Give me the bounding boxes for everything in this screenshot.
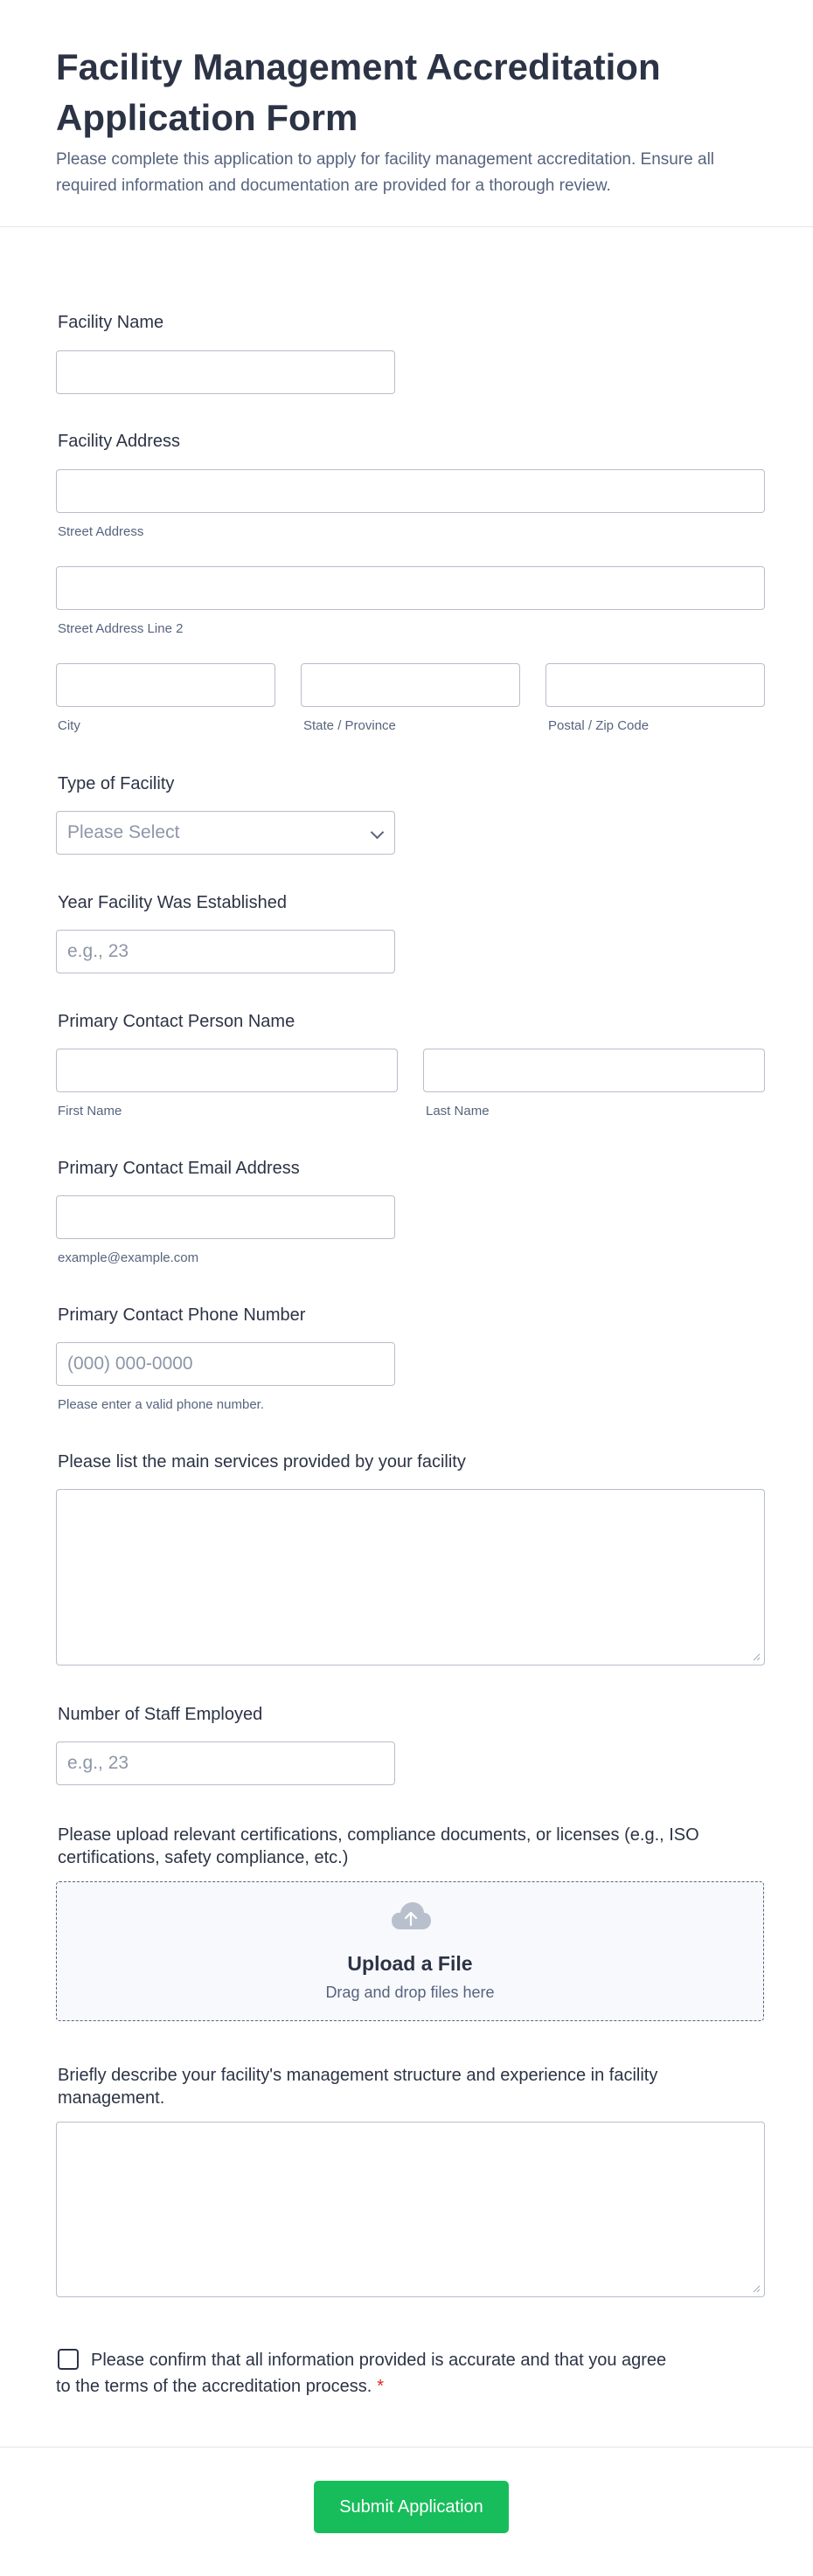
contact-name-label: Primary Contact Person Name [58, 1012, 295, 1031]
services-textarea[interactable] [56, 1489, 765, 1665]
contact-email-sublabel: example@example.com [58, 1250, 199, 1265]
contact-phone-sublabel: Please enter a valid phone number. [58, 1397, 264, 1412]
upload-title: Upload a File [347, 1952, 473, 1975]
confirm-label[interactable]: Please confirm that all information prov… [56, 2347, 685, 2399]
street-address-line2-input[interactable] [56, 566, 765, 610]
first-name-input[interactable] [56, 1049, 398, 1092]
form-page: Facility Management Accreditation Applic… [0, 0, 813, 2576]
management-structure-label: Briefly describe your facility's managem… [58, 2066, 658, 2108]
form-header: Facility Management Accreditation Applic… [0, 0, 813, 227]
facility-name-input[interactable] [56, 350, 395, 394]
documents-upload-label: Please upload relevant certifications, c… [58, 1825, 699, 1867]
postal-code-input[interactable] [545, 663, 765, 707]
street-address-sublabel: Street Address [58, 524, 144, 539]
facility-address-label: Facility Address [58, 432, 181, 451]
last-name-input[interactable] [423, 1049, 765, 1092]
state-province-sublabel: State / Province [303, 718, 396, 733]
first-name-sublabel: First Name [58, 1104, 122, 1118]
contact-phone-input[interactable]: (000) 000-0000 [56, 1342, 395, 1386]
facility-type-label: Type of Facility [58, 774, 175, 793]
street-address-line2-sublabel: Street Address Line 2 [58, 621, 184, 636]
submit-button[interactable]: Submit Application [314, 2481, 509, 2533]
cloud-upload-icon [392, 1902, 431, 1929]
year-established-label: Year Facility Was Established [58, 893, 287, 912]
file-upload-dropzone[interactable]: Upload a File Drag and drop files here [56, 1881, 764, 2021]
last-name-sublabel: Last Name [426, 1104, 490, 1118]
confirm-text: Please confirm that all information prov… [56, 2351, 667, 2396]
chevron-down-icon [370, 825, 385, 840]
staff-count-label: Number of Staff Employed [58, 1705, 263, 1724]
postal-code-sublabel: Postal / Zip Code [548, 718, 650, 733]
contact-phone-label: Primary Contact Phone Number [58, 1305, 306, 1325]
upload-subtitle: Drag and drop files here [325, 1984, 495, 2001]
services-label: Please list the main services provided b… [58, 1452, 466, 1472]
facility-type-selected: Please Select [67, 822, 180, 842]
staff-count-input[interactable]: e.g., 23 [56, 1742, 395, 1785]
resize-handle-icon[interactable] [752, 1652, 761, 1661]
city-sublabel: City [58, 718, 80, 733]
contact-email-label: Primary Contact Email Address [58, 1159, 300, 1178]
resize-handle-icon[interactable] [752, 2284, 761, 2293]
required-asterisk: * [377, 2377, 385, 2396]
state-province-input[interactable] [301, 663, 520, 707]
facility-name-label: Facility Name [58, 313, 164, 332]
management-structure-textarea[interactable] [56, 2122, 765, 2297]
city-input[interactable] [56, 663, 275, 707]
form-subtitle: Please complete this application to appl… [56, 150, 715, 195]
footer-divider [0, 2447, 813, 2448]
form-title: Facility Management Accreditation Applic… [56, 46, 661, 138]
facility-type-select[interactable]: Please Select [56, 811, 395, 855]
contact-email-input[interactable] [56, 1195, 395, 1239]
year-established-input[interactable]: e.g., 23 [56, 930, 395, 973]
street-address-input[interactable] [56, 469, 765, 513]
